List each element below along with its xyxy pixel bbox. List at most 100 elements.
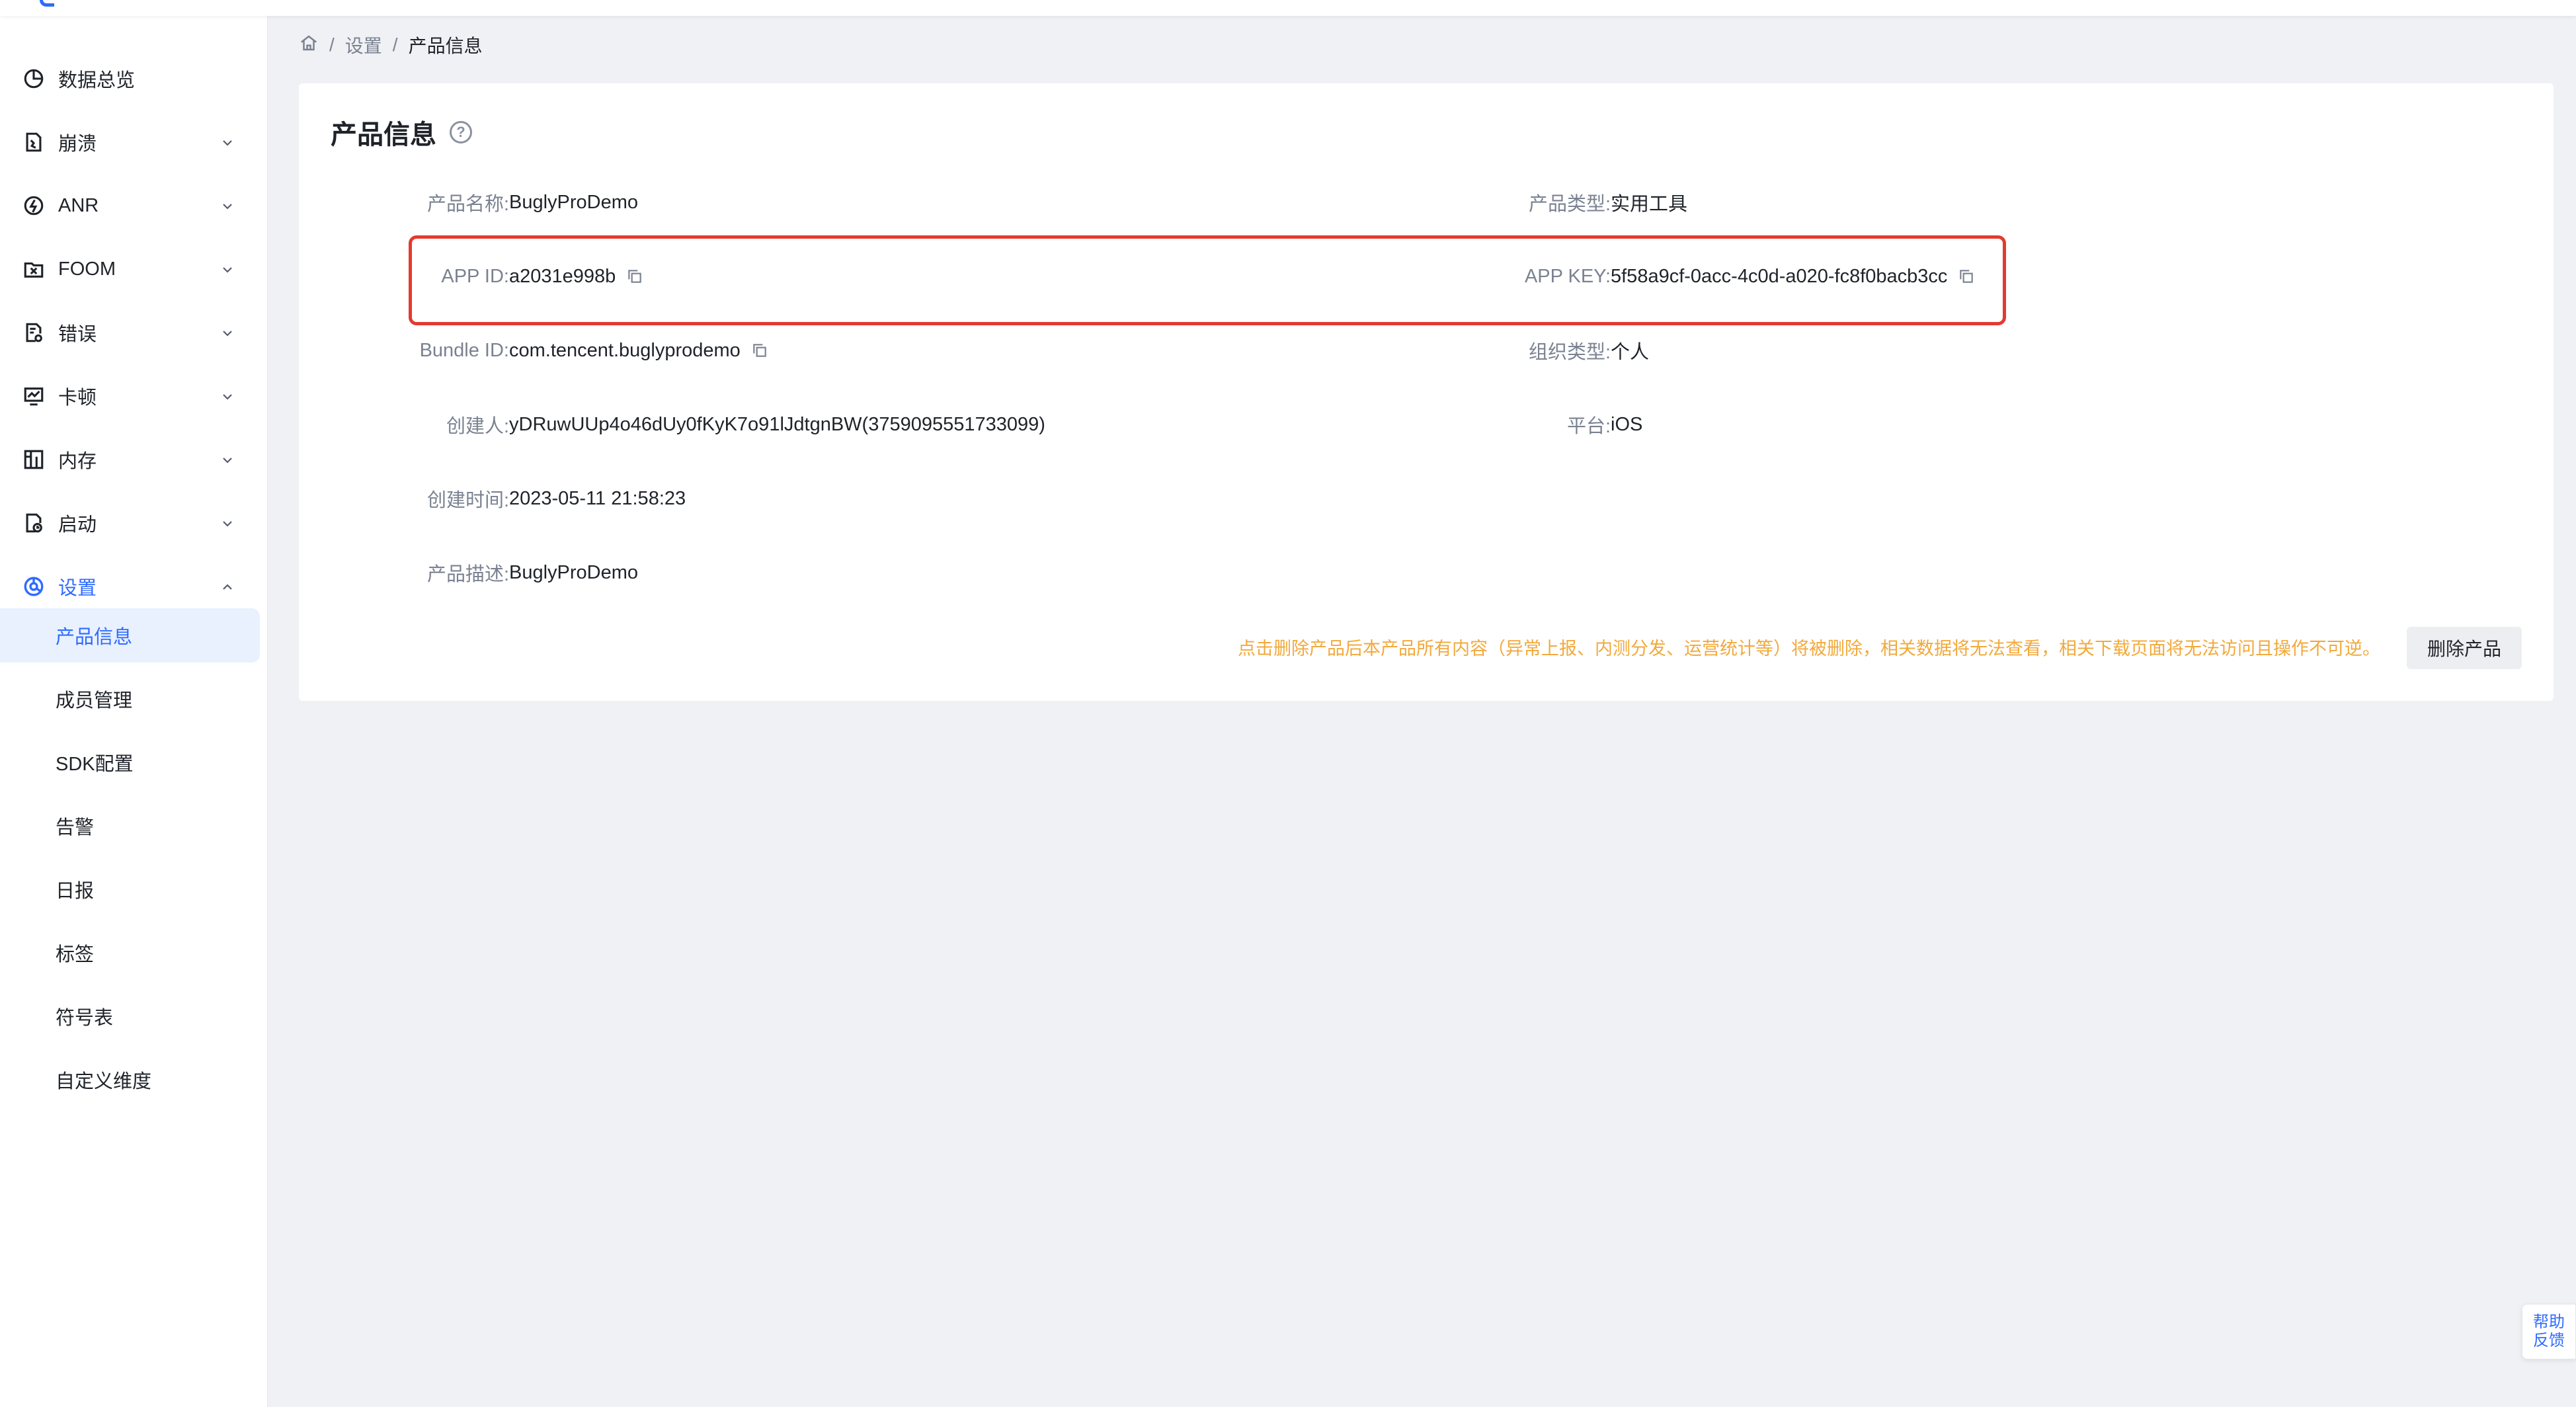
field-value: yDRuwUUp4o46dUy0fKyK7o91lJdtgnBW(3759095… xyxy=(509,413,1045,435)
field-label: APP ID: xyxy=(441,265,509,287)
anr-icon xyxy=(22,194,45,217)
field-app-id: APP ID: a2031e998b xyxy=(299,262,643,291)
sidebar-item-error[interactable]: 错误 xyxy=(0,305,268,360)
app-root: 数据总览 崩溃 ANR FOOM 错误 卡顿 内存 启动 设置 产品信息 成员管… xyxy=(0,0,2576,1407)
field-value: 实用工具 xyxy=(1611,194,1688,215)
logo-icon[interactable] xyxy=(40,0,54,7)
sidebar-item-label: 数据总览 xyxy=(58,70,136,91)
field-label: 创建时间: xyxy=(426,490,509,511)
sidebar-subitem-symbol-table[interactable]: 符号表 xyxy=(0,989,260,1043)
chevron-down-icon xyxy=(220,134,235,150)
chevron-down-icon xyxy=(220,261,235,277)
field-creator: 创建人: yDRuwUUp4o46dUy0fKyK7o91lJdtgnBW(37… xyxy=(299,410,1045,439)
sidebar-item-settings[interactable]: 设置 xyxy=(0,559,268,614)
sidebar-subitem-custom-dimensions[interactable]: 自定义维度 xyxy=(0,1053,260,1107)
breadcrumb-item-current: 产品信息 xyxy=(408,36,483,56)
chevron-down-icon xyxy=(220,388,235,404)
delete-warning-text: 点击删除产品后本产品所有内容（异常上报、内测分发、运营统计等）将被删除，相关数据… xyxy=(1238,638,2380,659)
field-org-type: 组织类型: 个人 xyxy=(1474,336,1649,365)
chevron-up-icon xyxy=(220,579,235,594)
page-title: 产品信息 ? xyxy=(331,115,472,149)
sidebar-item-label: 错误 xyxy=(58,324,97,345)
field-description: 产品描述: BuglyProDemo xyxy=(299,558,638,587)
field-product-type: 产品类型: 实用工具 xyxy=(1474,188,1687,217)
copy-icon[interactable] xyxy=(751,342,768,359)
sidebar-item-anr[interactable]: ANR xyxy=(0,179,268,233)
chevron-down-icon xyxy=(220,515,235,531)
sidebar-subitem-product-info[interactable]: 产品信息 xyxy=(0,608,260,663)
sidebar-item-label: 卡顿 xyxy=(58,387,97,409)
sidebar-item-label: 设置 xyxy=(58,578,97,599)
sidebar-item-launch[interactable]: 启动 xyxy=(0,496,268,550)
field-app-key: APP KEY: 5f58a9cf-0acc-4c0d-a020-fc8f0ba… xyxy=(1474,262,1975,291)
sidebar-item-overview[interactable]: 数据总览 xyxy=(0,52,268,106)
field-value: 5f58a9cf-0acc-4c0d-a020-fc8f0bacb3cc xyxy=(1611,265,1948,287)
field-product-name: 产品名称: BuglyProDemo xyxy=(299,188,638,217)
sidebar-subitem-sdk-config[interactable]: SDK配置 xyxy=(0,735,260,789)
delete-product-button[interactable]: 删除产品 xyxy=(2407,627,2522,669)
lag-monitor-icon xyxy=(22,385,45,407)
chevron-down-icon xyxy=(220,325,235,341)
field-label: 平台: xyxy=(1566,416,1611,437)
crash-icon xyxy=(22,131,45,153)
pie-chart-icon xyxy=(22,67,45,90)
copy-icon[interactable] xyxy=(1958,268,1975,285)
field-label: 创建人: xyxy=(446,416,509,437)
field-value: 2023-05-11 21:58:23 xyxy=(509,487,686,509)
field-label: APP KEY: xyxy=(1524,265,1611,287)
field-value: a2031e998b xyxy=(509,265,616,287)
help-feedback-button[interactable]: 帮助 反馈 xyxy=(2522,1304,2576,1359)
product-info-card: 产品信息 ? 产品名称: BuglyProDemo APP ID: a2031e… xyxy=(299,83,2554,701)
field-value: BuglyProDemo xyxy=(509,191,639,213)
field-label: 产品描述: xyxy=(426,564,509,585)
sidebar-subitem-label: 标签 xyxy=(56,944,95,965)
breadcrumb: / 设置 / 产品信息 xyxy=(299,30,483,60)
field-value: com.tencent.buglyprodemo xyxy=(509,339,741,361)
sidebar-subitem-alerts[interactable]: 告警 xyxy=(0,799,260,853)
sidebar-subitem-label: 产品信息 xyxy=(56,627,133,648)
help-feedback-line: 帮助 xyxy=(2533,1313,2565,1331)
sidebar-item-memory[interactable]: 内存 xyxy=(0,432,268,487)
sidebar-item-label: FOOM xyxy=(58,258,116,280)
breadcrumb-item-settings[interactable]: 设置 xyxy=(345,32,382,58)
field-label: Bundle ID: xyxy=(419,339,509,361)
field-label: 产品名称: xyxy=(426,194,509,215)
sidebar-item-label: 启动 xyxy=(58,514,97,536)
field-label: 产品类型: xyxy=(1528,194,1611,215)
field-bundle-id: Bundle ID: com.tencent.buglyprodemo xyxy=(299,336,768,365)
sidebar-subitem-label: 成员管理 xyxy=(56,690,133,711)
sidebar-subitem-members[interactable]: 成员管理 xyxy=(0,672,260,726)
launch-icon xyxy=(22,512,45,534)
chevron-down-icon xyxy=(220,452,235,467)
sidebar-subitem-label: SDK配置 xyxy=(56,754,134,775)
sidebar-subitem-label: 自定义维度 xyxy=(56,1071,152,1092)
sidebar-item-crash[interactable]: 崩溃 xyxy=(0,115,268,169)
home-icon[interactable] xyxy=(299,33,319,58)
sidebar-item-label: 崩溃 xyxy=(58,134,97,155)
sidebar-subitem-tags[interactable]: 标签 xyxy=(0,926,260,980)
breadcrumb-separator: / xyxy=(329,34,335,55)
help-icon[interactable]: ? xyxy=(450,121,472,143)
field-value: 个人 xyxy=(1611,342,1650,363)
settings-icon xyxy=(22,575,45,598)
field-label: 组织类型: xyxy=(1528,342,1611,363)
sidebar-item-label: 内存 xyxy=(58,451,97,472)
copy-icon[interactable] xyxy=(626,268,643,285)
sidebar-subitem-daily-report[interactable]: 日报 xyxy=(0,862,260,916)
page-title-text: 产品信息 xyxy=(331,120,436,149)
field-platform: 平台: iOS xyxy=(1474,410,1642,439)
sidebar-subitem-label: 告警 xyxy=(56,817,95,838)
field-value: BuglyProDemo xyxy=(509,561,639,583)
sidebar: 数据总览 崩溃 ANR FOOM 错误 卡顿 内存 启动 设置 产品信息 成员管… xyxy=(0,16,268,1407)
foom-icon xyxy=(22,258,45,280)
sidebar-item-foom[interactable]: FOOM xyxy=(0,242,268,296)
field-value: iOS xyxy=(1611,413,1643,435)
sidebar-subitem-label: 日报 xyxy=(56,881,95,902)
field-created-at: 创建时间: 2023-05-11 21:58:23 xyxy=(299,484,686,513)
sidebar-subitem-label: 符号表 xyxy=(56,1008,114,1029)
help-feedback-line: 反馈 xyxy=(2533,1332,2565,1349)
error-report-icon xyxy=(22,321,45,344)
chevron-down-icon xyxy=(220,198,235,214)
memory-icon xyxy=(22,448,45,471)
sidebar-item-lag[interactable]: 卡顿 xyxy=(0,369,268,423)
